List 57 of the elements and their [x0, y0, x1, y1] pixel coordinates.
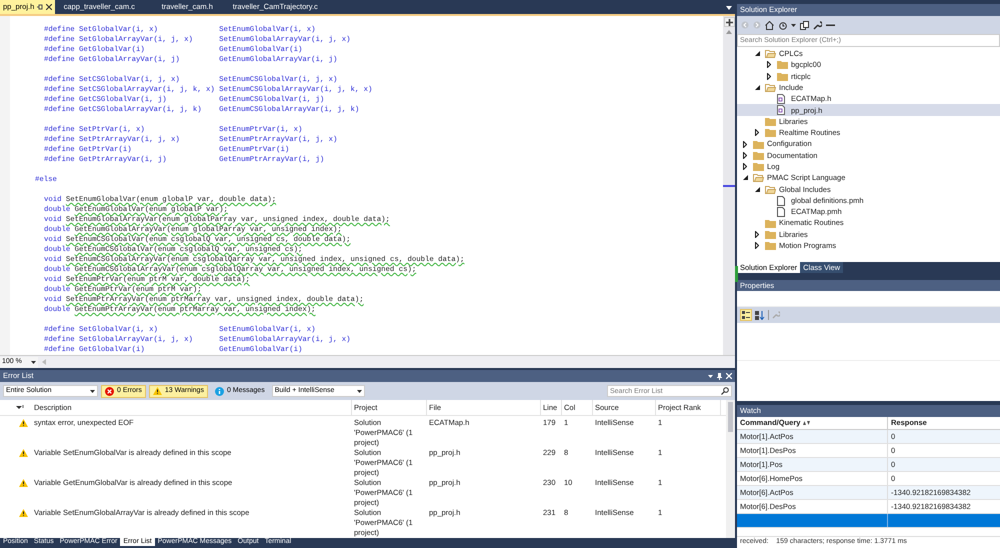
folder-icon	[765, 128, 776, 138]
pin-icon[interactable]	[717, 372, 722, 380]
collapsed-arrow-icon[interactable]	[743, 140, 747, 148]
collapsed-arrow-icon[interactable]	[767, 72, 771, 80]
collapsed-arrow-icon[interactable]	[743, 152, 747, 159]
expanded-arrow-icon[interactable]	[755, 85, 760, 90]
caret-icon	[356, 390, 362, 392]
folder-icon	[753, 150, 764, 160]
collapsed-arrow-icon[interactable]	[755, 129, 759, 136]
info-icon	[214, 386, 224, 396]
error-icon	[105, 386, 114, 396]
sort-icon[interactable]	[16, 405, 24, 410]
clock-icon[interactable]	[778, 20, 787, 30]
expanded-arrow-icon[interactable]	[755, 51, 760, 56]
plus-icon	[726, 18, 732, 26]
change-marker	[735, 266, 738, 282]
caret-icon	[31, 360, 36, 364]
folder-icon	[765, 230, 776, 239]
scrollbar-thumb[interactable]	[728, 402, 733, 432]
caret-icon[interactable]	[791, 24, 796, 26]
close-icon[interactable]	[46, 4, 52, 10]
open-folder-icon	[753, 173, 764, 182]
wrench-icon[interactable]	[813, 20, 822, 30]
grid-icon	[742, 311, 750, 319]
sort-icon	[803, 421, 810, 425]
pin-icon[interactable]	[37, 4, 44, 10]
folder-icon	[753, 140, 764, 149]
folder-icon	[753, 162, 764, 172]
open-folder-icon	[765, 184, 776, 194]
warning-icon	[19, 479, 28, 487]
collapsed-arrow-icon[interactable]	[743, 163, 747, 170]
pages-icon[interactable]	[800, 20, 809, 30]
dropdown-icon[interactable]	[708, 374, 713, 378]
warning-icon	[152, 387, 162, 395]
search-icon	[721, 387, 729, 395]
sort-icon[interactable]	[755, 310, 765, 320]
home-icon[interactable]	[765, 20, 774, 30]
expanded-arrow-icon[interactable]	[755, 186, 760, 192]
collapsed-arrow-icon[interactable]	[767, 61, 771, 68]
selected-row[interactable]	[737, 514, 1000, 528]
collapsed-arrow-icon[interactable]	[755, 242, 759, 250]
folder-icon	[777, 60, 788, 70]
folder-icon	[765, 241, 776, 250]
open-folder-icon	[765, 83, 776, 92]
warning-icon	[19, 449, 28, 457]
collapsed-arrow-icon[interactable]	[755, 230, 759, 238]
warning-icon	[19, 419, 28, 427]
folder-icon	[777, 72, 788, 81]
categorized-button[interactable]	[740, 309, 752, 321]
caret-icon	[90, 390, 95, 392]
expanded-arrow-icon[interactable]	[743, 175, 748, 180]
dash-icon[interactable]	[826, 23, 835, 27]
warning-icon	[19, 509, 28, 517]
folder-icon	[765, 218, 776, 228]
dropdown-icon[interactable]	[726, 6, 732, 10]
scroll-marker	[723, 185, 735, 187]
split-button[interactable]	[724, 17, 734, 27]
